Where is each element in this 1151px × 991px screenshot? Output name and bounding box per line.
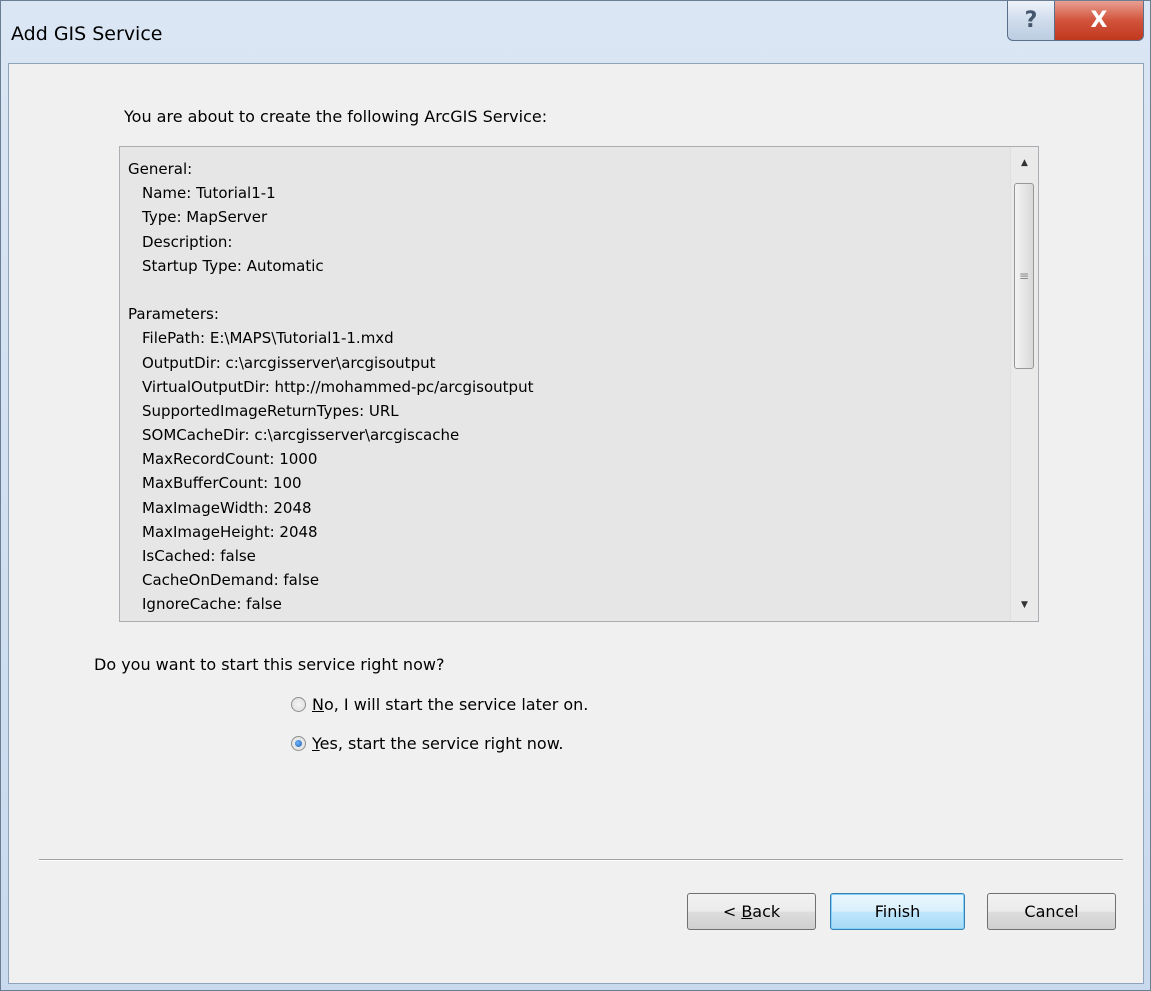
title-bar: Add GIS Service ? X <box>1 1 1150 63</box>
general-line: Description: <box>142 232 233 251</box>
general-line: Name: Tutorial1-1 <box>142 184 276 203</box>
parameter-line: CacheOnDemand: false <box>142 571 320 590</box>
parameter-line: SupportedImageReturnTypes: URL <box>142 401 399 420</box>
radio-label-later: No, I will start the service later on. <box>312 695 589 714</box>
finish-button[interactable]: Finish <box>830 893 965 930</box>
radio-button-checked-icon[interactable] <box>291 736 306 751</box>
parameter-line: MaxImageWidth: 2048 <box>142 498 312 517</box>
radio-start-later[interactable]: No, I will start the service later on. <box>291 695 588 714</box>
parameter-line: IsCached: false <box>142 547 256 565</box>
service-summary-box[interactable]: General: Name: Tutorial1-1 Type: MapServ… <box>119 146 1039 622</box>
parameter-line: OutputDir: c:\arcgisserver\arcgisoutput <box>142 353 436 372</box>
parameter-line: SOMCacheDir: c:\arcgisserver\arcgiscache <box>142 426 460 445</box>
dialog-client-area: You are about to create the following Ar… <box>8 63 1144 984</box>
grip-icon: ≡ <box>1018 269 1030 283</box>
scroll-down-icon[interactable]: ▼ <box>1011 593 1038 617</box>
general-line: Type: MapServer <box>142 208 268 227</box>
help-button[interactable]: ? <box>1007 1 1055 41</box>
add-gis-service-dialog: Add GIS Service ? X You are about to cre… <box>0 0 1151 991</box>
scroll-thumb[interactable]: ≡ <box>1014 183 1034 369</box>
general-header: General: <box>128 160 193 178</box>
parameter-line: VirtualOutputDir: http://mohammed-pc/arc… <box>142 377 534 396</box>
parameter-line: FilePath: E:\MAPS\Tutorial1-1.mxd <box>142 329 394 348</box>
scroll-up-icon[interactable]: ▲ <box>1011 151 1038 175</box>
separator <box>39 859 1123 861</box>
parameter-line: MaxRecordCount: 1000 <box>142 450 318 469</box>
parameter-line: IgnoreCache: false <box>142 595 282 614</box>
close-icon: X <box>1090 8 1108 33</box>
back-button[interactable]: < Back <box>687 893 816 930</box>
finish-button-label: Finish <box>874 902 921 921</box>
parameters-header: Parameters: <box>128 305 219 324</box>
help-icon: ? <box>1024 8 1038 33</box>
window-title: Add GIS Service <box>11 23 163 45</box>
summary-content: General: Name: Tutorial1-1 Type: MapServ… <box>128 157 1008 617</box>
cancel-button-label: Cancel <box>1024 902 1079 921</box>
radio-start-now[interactable]: Yes, start the service right now. <box>291 734 563 753</box>
parameter-line: MaxBufferCount: 100 <box>142 474 302 493</box>
radio-label-now: Yes, start the service right now. <box>312 734 564 753</box>
parameter-line: MaxImageHeight: 2048 <box>142 522 318 541</box>
back-button-label: < Back <box>722 902 781 921</box>
intro-text: You are about to create the following Ar… <box>124 107 548 126</box>
cancel-button[interactable]: Cancel <box>987 893 1116 930</box>
vertical-scrollbar[interactable]: ▲ ≡ ▼ <box>1010 147 1038 621</box>
close-button[interactable]: X <box>1054 1 1144 41</box>
general-line: Startup Type: Automatic <box>142 256 324 275</box>
start-question: Do you want to start this service right … <box>94 655 445 674</box>
radio-button-icon[interactable] <box>291 697 306 712</box>
